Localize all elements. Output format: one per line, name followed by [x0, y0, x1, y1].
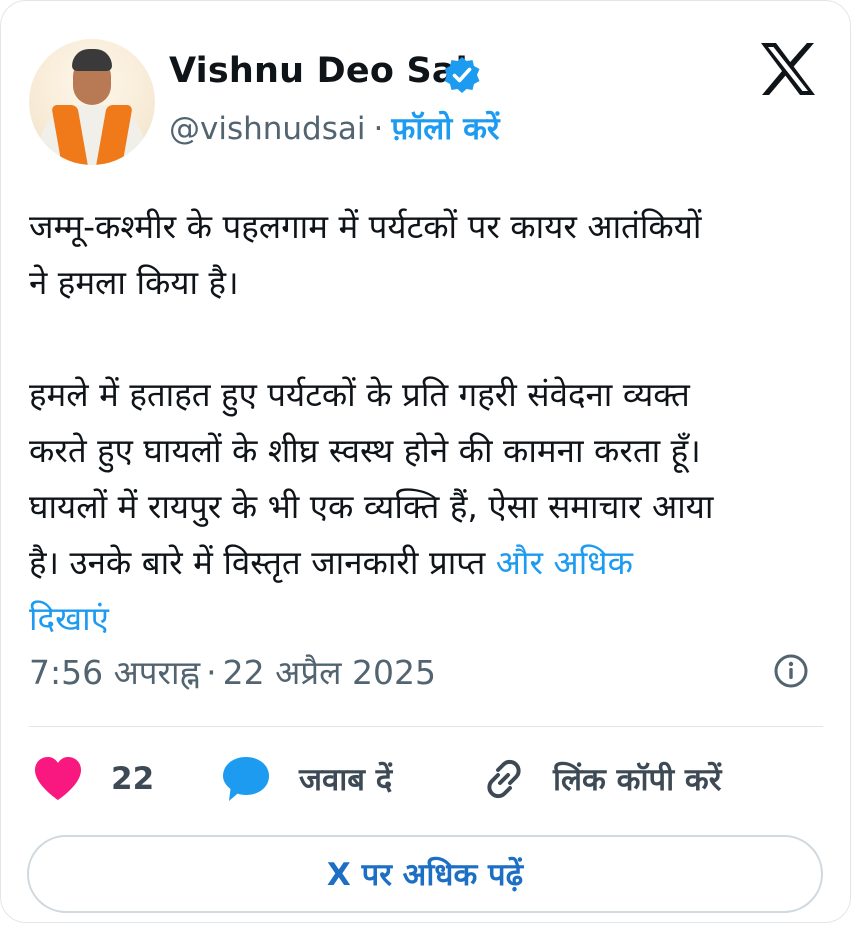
read-more-label: X पर अधिक पढ़ें [326, 857, 524, 893]
read-more-on-x-button[interactable]: X पर अधिक पढ़ें [27, 835, 823, 913]
follow-button[interactable]: फ़ॉलो करें [391, 111, 499, 147]
info-icon[interactable] [773, 653, 809, 689]
divider [29, 726, 823, 727]
tweet-line: है। उनके बारे में विस्तृत जानकारी प्राप्… [29, 543, 486, 582]
tweet-line: घायलों में रायपुर के भी एक व्यक्ति हैं, … [29, 487, 714, 526]
handle-separator: · [373, 111, 384, 147]
tweet-actions: 22 जवाब दें लिंक कॉपी करें [29, 749, 823, 809]
tweet-line: जम्मू-कश्मीर के पहलगाम में पर्यटकों पर क… [29, 207, 702, 246]
tweet-text: जम्मू-कश्मीर के पहलगाम में पर्यटकों पर क… [29, 199, 829, 647]
author-name[interactable]: Vishnu Deo Sai [169, 51, 468, 91]
x-logo-icon[interactable] [759, 41, 817, 97]
tweet-date: 22 अप्रैल 2025 [222, 653, 436, 692]
timestamp-separator: · [206, 653, 217, 692]
reply-label-wrap[interactable]: जवाब दें [299, 749, 392, 809]
copy-link-button[interactable] [479, 749, 529, 809]
verified-badge-icon [444, 57, 480, 93]
tweet-line: ने हमला किया है। [29, 263, 239, 302]
tweet-timestamp[interactable]: 7:56 अपराह्न · 22 अप्रैल 2025 [29, 649, 436, 694]
tweet-embed-card: Vishnu Deo Sai @vishnudsai · फ़ॉलो करें जम… [0, 0, 851, 923]
author-handle-row: @vishnudsai · फ़ॉलो करें [169, 107, 500, 149]
reply-label: जवाब दें [299, 762, 393, 798]
tweet-time: 7:56 अपराह्न [29, 653, 201, 692]
show-more-link[interactable]: और अधिक [496, 543, 633, 582]
avatar-hair-shape [72, 49, 112, 71]
tweet-line: हमले में हताहत हुए पर्यटकों के प्रति गहर… [29, 375, 690, 414]
tweet-line: करते हुए घायलों के शीघ्र स्वस्थ होने की … [29, 431, 701, 470]
link-icon [487, 759, 521, 799]
show-more-link-continued[interactable]: दिखाएं [29, 599, 109, 638]
copy-link-label: लिंक कॉपी करें [553, 762, 722, 798]
like-count: 22 [111, 761, 155, 797]
heart-icon [35, 757, 81, 800]
like-button[interactable] [33, 749, 83, 809]
reply-bubble-icon [223, 757, 269, 801]
avatar[interactable] [29, 39, 155, 165]
like-count-wrap[interactable]: 22 [111, 749, 154, 809]
author-handle[interactable]: @vishnudsai [169, 111, 366, 147]
reply-button[interactable] [221, 749, 271, 809]
copy-link-label-wrap[interactable]: लिंक कॉपी करें [553, 749, 721, 809]
tweet-line-with-more: है। उनके बारे में विस्तृत जानकारी प्राप्… [29, 535, 829, 591]
